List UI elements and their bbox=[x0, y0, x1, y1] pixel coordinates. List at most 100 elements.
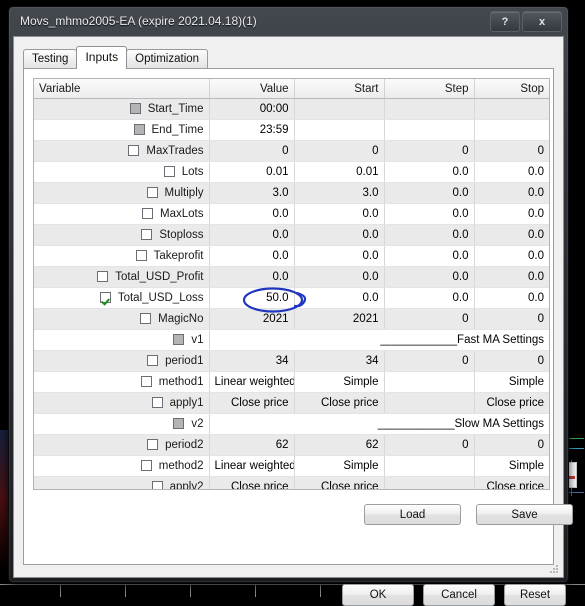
optimize-checkbox[interactable] bbox=[146, 187, 158, 198]
cell-start[interactable] bbox=[294, 119, 385, 141]
cell-stop[interactable] bbox=[474, 119, 549, 141]
cell-start[interactable]: 0.0 bbox=[294, 287, 385, 309]
column-header-variable[interactable]: Variable bbox=[34, 79, 210, 99]
cell-stop[interactable]: Simple bbox=[474, 455, 549, 477]
cell-stop[interactable]: 0 bbox=[474, 350, 549, 372]
cell-step[interactable]: 0 bbox=[384, 434, 475, 456]
cell-stop[interactable]: Close price bbox=[474, 476, 549, 489]
table-row[interactable]: MaxTrades 0 0 0 0 bbox=[34, 140, 549, 162]
cell-stop[interactable]: 0 bbox=[474, 140, 549, 162]
cell-step[interactable]: 0.0 bbox=[384, 203, 475, 225]
cell-stop[interactable] bbox=[474, 98, 549, 120]
cell-value[interactable]: 2021 bbox=[209, 308, 295, 330]
cell-start[interactable]: 0.01 bbox=[294, 161, 385, 183]
tab-inputs[interactable]: Inputs bbox=[76, 46, 128, 69]
cell-variable[interactable]: Stoploss bbox=[34, 224, 210, 246]
tab-testing[interactable]: Testing bbox=[23, 49, 78, 69]
table-row[interactable]: method2 Linear weighted Simple Simple bbox=[34, 455, 549, 477]
cell-value[interactable]: Linear weighted bbox=[209, 371, 295, 393]
cell-step[interactable]: 0.0 bbox=[384, 266, 475, 288]
table-row[interactable]: End_Time 23:59 bbox=[34, 119, 549, 141]
cell-variable[interactable]: Takeprofit bbox=[34, 245, 210, 267]
title-bar[interactable]: Movs_mhmo2005-EA (expire 2021.04.18)(1) … bbox=[9, 7, 568, 37]
cell-start[interactable]: 2021 bbox=[294, 308, 385, 330]
optimize-checkbox[interactable] bbox=[128, 145, 140, 156]
cell-step[interactable]: 0.0 bbox=[384, 182, 475, 204]
optimize-checkbox[interactable] bbox=[99, 292, 111, 303]
save-button[interactable]: Save bbox=[476, 504, 573, 525]
cell-start[interactable]: Simple bbox=[294, 371, 385, 393]
optimize-checkbox[interactable] bbox=[140, 313, 152, 324]
cell-step[interactable]: 0.0 bbox=[384, 245, 475, 267]
cell-stop[interactable]: Simple bbox=[474, 371, 549, 393]
cell-value[interactable]: 23:59 bbox=[209, 119, 295, 141]
help-button[interactable]: ? bbox=[490, 11, 520, 32]
cell-value[interactable]: 62 bbox=[209, 434, 295, 456]
cell-variable[interactable]: Multiply bbox=[34, 182, 210, 204]
cell-variable[interactable]: period1 bbox=[34, 350, 210, 372]
table-row[interactable]: MaxLots 0.0 0.0 0.0 0.0 bbox=[34, 203, 549, 225]
cell-start[interactable]: 0 bbox=[294, 140, 385, 162]
cell-variable[interactable]: Total_USD_Loss bbox=[34, 287, 210, 309]
cell-value[interactable]: 00:00 bbox=[209, 98, 295, 120]
optimize-checkbox[interactable] bbox=[140, 460, 152, 471]
optimize-checkbox[interactable] bbox=[142, 208, 154, 219]
cell-variable[interactable]: apply1 bbox=[34, 392, 210, 414]
table-row[interactable]: Takeprofit 0.0 0.0 0.0 0.0 bbox=[34, 245, 549, 267]
column-header-step[interactable]: Step bbox=[384, 79, 475, 99]
table-row[interactable]: MagicNo 2021 2021 0 0 bbox=[34, 308, 549, 330]
close-button[interactable]: x bbox=[522, 11, 562, 32]
cell-stop[interactable]: 0.0 bbox=[474, 224, 549, 246]
cell-start[interactable]: 0.0 bbox=[294, 224, 385, 246]
load-button[interactable]: Load bbox=[364, 504, 461, 525]
cell-step[interactable] bbox=[384, 455, 475, 477]
cell-value[interactable]: 0.0 bbox=[209, 224, 295, 246]
table-row[interactable]: Start_Time 00:00 bbox=[34, 98, 549, 120]
cell-value[interactable]: Linear weighted bbox=[209, 455, 295, 477]
cell-start[interactable]: 34 bbox=[294, 350, 385, 372]
cell-stop[interactable]: 0.0 bbox=[474, 245, 549, 267]
cell-step[interactable]: 0.0 bbox=[384, 224, 475, 246]
inputs-grid[interactable]: Variable Value Start Step Stop Start_Tim… bbox=[33, 78, 550, 490]
column-header-stop[interactable]: Stop bbox=[474, 79, 549, 99]
table-row[interactable]: apply1 Close price Close price Close price bbox=[34, 392, 549, 414]
optimize-checkbox[interactable] bbox=[163, 166, 175, 177]
table-row[interactable]: period2 62 62 0 0 bbox=[34, 434, 549, 456]
cell-stop[interactable]: 0.0 bbox=[474, 266, 549, 288]
cell-step[interactable] bbox=[384, 476, 475, 489]
cell-step[interactable]: 0 bbox=[384, 350, 475, 372]
cell-start[interactable]: 3.0 bbox=[294, 182, 385, 204]
cell-variable[interactable]: v1 bbox=[34, 329, 210, 351]
cell-stop[interactable]: 0 bbox=[474, 308, 549, 330]
cell-variable[interactable]: MagicNo bbox=[34, 308, 210, 330]
optimize-checkbox[interactable] bbox=[147, 355, 159, 366]
cell-start[interactable]: 0.0 bbox=[294, 203, 385, 225]
cell-value[interactable]: 0.0 bbox=[209, 266, 295, 288]
cancel-button[interactable]: Cancel bbox=[423, 584, 495, 606]
cell-value[interactable]: Close price bbox=[209, 392, 295, 414]
cell-value[interactable]: 0.01 bbox=[209, 161, 295, 183]
cell-variable[interactable]: method2 bbox=[34, 455, 210, 477]
table-row[interactable]: period1 34 34 0 0 bbox=[34, 350, 549, 372]
cell-start[interactable]: Close price bbox=[294, 392, 385, 414]
optimize-checkbox[interactable] bbox=[141, 229, 153, 240]
table-row[interactable]: Total_USD_Loss 50.0 0.0 0.0 0.0 bbox=[34, 287, 549, 309]
cell-value[interactable]: 0.0 bbox=[209, 203, 295, 225]
cell-value[interactable]: 50.0 bbox=[209, 287, 295, 309]
table-row[interactable]: Multiply 3.0 3.0 0.0 0.0 bbox=[34, 182, 549, 204]
optimize-checkbox[interactable] bbox=[147, 439, 159, 450]
cell-step[interactable]: 0 bbox=[384, 308, 475, 330]
cell-step[interactable] bbox=[384, 119, 475, 141]
column-header-value[interactable]: Value bbox=[209, 79, 295, 99]
cell-stop[interactable]: 0.0 bbox=[474, 287, 549, 309]
cell-variable[interactable]: v2 bbox=[34, 413, 210, 435]
cell-value[interactable]: Close price bbox=[209, 476, 295, 489]
cell-variable[interactable]: period2 bbox=[34, 434, 210, 456]
cell-start[interactable]: 0.0 bbox=[294, 245, 385, 267]
tab-optimization[interactable]: Optimization bbox=[126, 49, 209, 69]
cell-variable[interactable]: Total_USD_Profit bbox=[34, 266, 210, 288]
optimize-checkbox[interactable] bbox=[151, 397, 163, 408]
cell-start[interactable] bbox=[294, 98, 385, 120]
cell-start[interactable]: 62 bbox=[294, 434, 385, 456]
reset-button[interactable]: Reset bbox=[504, 584, 566, 606]
